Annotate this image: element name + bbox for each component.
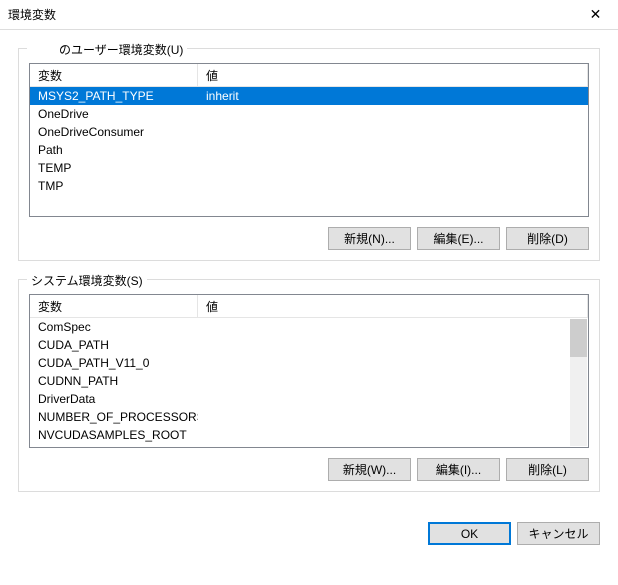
cell-value xyxy=(198,167,588,169)
cell-name: CUDA_PATH xyxy=(30,337,198,353)
system-new-button[interactable]: 新規(W)... xyxy=(328,458,411,481)
listview-header: 変数 値 xyxy=(30,295,588,318)
cell-value xyxy=(198,398,588,400)
user-edit-button[interactable]: 編集(E)... xyxy=(417,227,500,250)
table-row[interactable]: TEMP xyxy=(30,159,588,177)
close-icon: ✕ xyxy=(590,6,602,23)
column-header-value[interactable]: 値 xyxy=(198,295,588,317)
table-row[interactable]: Path xyxy=(30,141,588,159)
titlebar: 環境変数 ✕ xyxy=(0,0,618,30)
scrollbar[interactable] xyxy=(570,319,587,446)
cell-value xyxy=(198,416,588,418)
table-row[interactable]: OneDriveConsumer xyxy=(30,123,588,141)
system-env-legend: システム環境変数(S) xyxy=(27,272,147,289)
cell-name: NUMBER_OF_PROCESSORS xyxy=(30,409,198,425)
table-row[interactable]: OneDrive xyxy=(30,105,588,123)
cell-name: NVCUDASAMPLES_ROOT xyxy=(30,427,198,443)
table-row[interactable]: CUDA_PATH xyxy=(30,336,588,354)
system-edit-button[interactable]: 編集(I)... xyxy=(417,458,500,481)
system-env-listview[interactable]: 変数 値 ComSpec CUDA_PATH CUDA_PATH_V11_0 CUDN… xyxy=(29,294,589,448)
table-row[interactable]: TMP xyxy=(30,177,588,195)
cell-name: Path xyxy=(30,142,198,158)
system-env-group: システム環境変数(S) 変数 値 ComSpecCUDA_PATHCUDA_PA… xyxy=(18,279,600,492)
cell-name: DriverData xyxy=(30,391,198,407)
dialog-content: のユーザー環境変数(U) 変数 値 MSYS2_PATH_TYPEinherit… xyxy=(0,30,618,522)
cell-value xyxy=(198,434,588,436)
cancel-button[interactable]: キャンセル xyxy=(517,522,600,545)
cell-name: TMP xyxy=(30,178,198,194)
listview-body: ComSpec CUDA_PATH CUDA_PATH_V11_0 CUDNN_PAT… xyxy=(30,318,588,444)
user-env-legend: のユーザー環境変数(U) xyxy=(27,41,187,58)
table-row[interactable]: NVCUDASAMPLES_ROOT xyxy=(30,426,588,444)
window-title: 環境変数 xyxy=(8,6,56,23)
listview-header: 変数 値 xyxy=(30,64,588,87)
column-header-value[interactable]: 値 xyxy=(198,64,588,86)
cell-name: OneDrive xyxy=(30,106,198,122)
system-button-row: 新規(W)... 編集(I)... 削除(L) xyxy=(29,458,589,481)
cell-value xyxy=(198,344,588,346)
cell-name: CUDNN_PATH xyxy=(30,373,198,389)
user-delete-button[interactable]: 削除(D) xyxy=(506,227,589,250)
cell-value xyxy=(198,380,588,382)
cell-name: CUDA_PATH_V11_0 xyxy=(30,355,198,371)
user-new-button[interactable]: 新規(N)... xyxy=(328,227,411,250)
scrollbar-thumb[interactable] xyxy=(570,319,587,357)
table-row[interactable]: CUDNN_PATH xyxy=(30,372,588,390)
cell-name: TEMP xyxy=(30,160,198,176)
column-header-name[interactable]: 変数 xyxy=(30,64,198,86)
cell-name: OneDriveConsumer xyxy=(30,124,198,140)
system-delete-button[interactable]: 削除(L) xyxy=(506,458,589,481)
cell-value xyxy=(198,185,588,187)
cell-value xyxy=(198,113,588,115)
ok-button[interactable]: OK xyxy=(428,522,511,545)
user-env-listview[interactable]: 変数 値 MSYS2_PATH_TYPEinheritOneDrive OneDr… xyxy=(29,63,589,217)
cell-name: MSYS2_PATH_TYPE xyxy=(30,88,198,104)
cell-value xyxy=(198,149,588,151)
cell-value: inherit xyxy=(198,88,588,104)
dialog-footer: OK キャンセル xyxy=(0,522,618,559)
column-header-name[interactable]: 変数 xyxy=(30,295,198,317)
table-row[interactable]: NUMBER_OF_PROCESSORS xyxy=(30,408,588,426)
table-row[interactable]: MSYS2_PATH_TYPEinherit xyxy=(30,87,588,105)
cell-value xyxy=(198,326,588,328)
table-row[interactable]: CUDA_PATH_V11_0 xyxy=(30,354,588,372)
close-button[interactable]: ✕ xyxy=(573,0,618,30)
table-row[interactable]: ComSpec xyxy=(30,318,588,336)
user-button-row: 新規(N)... 編集(E)... 削除(D) xyxy=(29,227,589,250)
user-env-group: のユーザー環境変数(U) 変数 値 MSYS2_PATH_TYPEinherit… xyxy=(18,48,600,261)
cell-value xyxy=(198,362,588,364)
cell-name: ComSpec xyxy=(30,319,198,335)
table-row[interactable]: DriverData xyxy=(30,390,588,408)
cell-value xyxy=(198,131,588,133)
listview-body: MSYS2_PATH_TYPEinheritOneDrive OneDriveCo… xyxy=(30,87,588,195)
